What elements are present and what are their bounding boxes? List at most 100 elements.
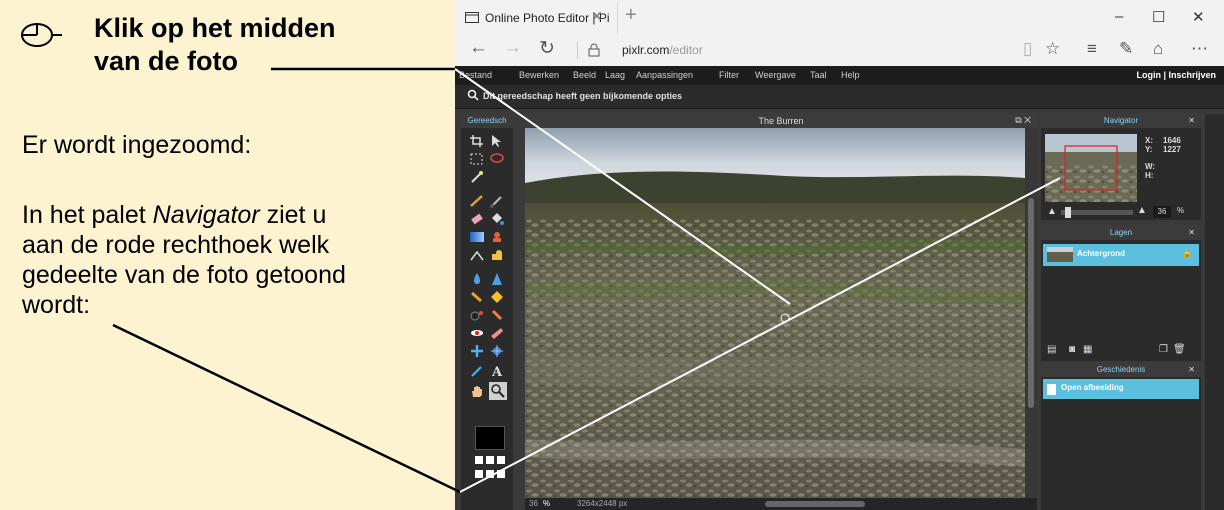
marquee-tool-icon[interactable]: [469, 152, 485, 166]
navigator-zoom-unit: %: [1177, 206, 1185, 215]
drawing-tool-icon[interactable]: [489, 248, 505, 262]
minimize-icon[interactable]: –: [1115, 8, 1123, 25]
delete-layer-icon[interactable]: 🗑: [1173, 344, 1186, 355]
pinch-tool-icon[interactable]: [489, 344, 505, 358]
red-eye-tool-icon[interactable]: [469, 326, 485, 340]
sponge-tool-icon[interactable]: [489, 290, 505, 304]
zoom-slider-handle[interactable]: [1065, 207, 1071, 218]
layer-lock-icon[interactable]: 🔒: [1182, 248, 1193, 259]
forward-arrow-icon[interactable]: →: [503, 37, 522, 59]
explanation-line-2: aan de rode rechthoek welk: [22, 231, 330, 259]
history-panel: Geschiedenis ✕ Open afbeelding: [1041, 363, 1201, 510]
blur-tool-icon[interactable]: [469, 272, 485, 286]
move-tool-icon[interactable]: [489, 134, 505, 148]
zoom-status[interactable]: 36: [529, 499, 538, 508]
hand-tool-icon[interactable]: [469, 384, 485, 398]
new-layer-icon[interactable]: ❐: [1159, 344, 1168, 355]
toolbox-title: Gereedsch: [461, 114, 513, 128]
maximize-icon[interactable]: ☐: [1152, 8, 1165, 26]
share-icon[interactable]: ⌂: [1153, 39, 1163, 59]
dodge-tool-icon[interactable]: [489, 308, 505, 322]
vertical-scroll-thumb[interactable]: [1028, 198, 1034, 408]
favorite-star-icon[interactable]: ☆: [1045, 39, 1060, 59]
zoom-out-icon[interactable]: ▲: [1047, 206, 1057, 217]
sharpen-tool-icon[interactable]: [489, 272, 505, 286]
history-document-icon: [1047, 384, 1056, 395]
wand-tool-icon[interactable]: [469, 170, 485, 184]
reading-view-icon[interactable]: ▯: [1023, 39, 1032, 59]
navigator-close-icon[interactable]: ✕: [1188, 114, 1195, 128]
burren-photo[interactable]: [525, 128, 1025, 498]
nav-y-label: Y:: [1145, 145, 1153, 154]
url-field[interactable]: pixlr.com/editor: [622, 43, 703, 57]
navigator-thumbnail[interactable]: [1045, 134, 1137, 202]
type-tool-icon[interactable]: A: [489, 364, 505, 378]
menu-filter[interactable]: Filter: [719, 70, 739, 80]
menu-bestand[interactable]: Bestand: [459, 70, 492, 80]
login-link[interactable]: Login | Inschrijven: [1136, 70, 1216, 80]
history-title: Geschiedenis: [1096, 365, 1146, 374]
color-replace-icon[interactable]: [469, 248, 485, 262]
tab-close-icon[interactable]: ✕: [591, 8, 603, 25]
menu-beeld[interactable]: Beeld: [573, 70, 596, 80]
color-picker-icon[interactable]: [469, 364, 485, 378]
bloat-tool-icon[interactable]: [469, 344, 485, 358]
pixlr-editor: Bestand Bewerken Beeld Laag Aanpassingen…: [455, 66, 1224, 510]
tool-grid-icon[interactable]: [475, 456, 505, 480]
layer-mask-icon[interactable]: ◙: [1069, 344, 1075, 355]
zoom-in-icon[interactable]: ▲: [1137, 205, 1147, 216]
close-window-icon[interactable]: ✕: [1192, 8, 1205, 26]
navigator-title: Navigator: [1103, 116, 1139, 125]
navigator-zoom-value[interactable]: 36: [1153, 206, 1171, 218]
layers-header: Lagen ✕: [1041, 226, 1201, 240]
horizontal-scroll-thumb[interactable]: [765, 501, 865, 507]
zoom-tool-icon: [467, 89, 479, 101]
lock-icon: [588, 43, 600, 57]
browser-tab[interactable]: Online Photo Editor | Pi ✕: [455, 2, 618, 34]
vertical-scrollbar[interactable]: [1025, 128, 1037, 498]
bucket-tool-icon[interactable]: [489, 212, 505, 226]
menu-laag[interactable]: Laag: [605, 70, 625, 80]
smudge-tool-icon[interactable]: [469, 290, 485, 304]
nav-x-label: X:: [1145, 136, 1153, 145]
document-window-controls-icon[interactable]: ⧉ ✕: [1015, 115, 1031, 126]
crop-tool-icon[interactable]: [469, 134, 485, 148]
menu-bewerken[interactable]: Bewerken: [519, 70, 559, 80]
layers-close-icon[interactable]: ✕: [1188, 226, 1195, 240]
navigator-header: Navigator ✕: [1041, 114, 1201, 128]
menu-taal[interactable]: Taal: [810, 70, 827, 80]
menu-help[interactable]: Help: [841, 70, 860, 80]
instruction-step: Klik op het midden van de foto: [94, 12, 336, 78]
history-close-icon[interactable]: ✕: [1188, 363, 1195, 377]
layer-style-icon[interactable]: ▦: [1083, 344, 1092, 355]
address-divider: [577, 42, 578, 59]
hub-icon[interactable]: ≡: [1087, 39, 1097, 59]
gradient-tool-icon[interactable]: [469, 230, 485, 244]
stamp-tool-icon[interactable]: [489, 230, 505, 244]
instruction-panel: Klik op het midden van de foto Er wordt …: [0, 0, 455, 510]
right-scroll-area: [1205, 114, 1224, 510]
brush-tool-icon[interactable]: [489, 194, 505, 208]
layer-name: Achtergrond: [1077, 249, 1125, 258]
burn-tool-icon[interactable]: [469, 308, 485, 322]
menu-weergave[interactable]: Weergave: [755, 70, 796, 80]
menu-aanpassingen[interactable]: Aanpassingen: [636, 70, 693, 80]
color-swatch[interactable]: [475, 426, 505, 450]
pencil-tool-icon[interactable]: [469, 194, 485, 208]
eraser-tool-icon[interactable]: [469, 212, 485, 226]
more-icon[interactable]: ⋯: [1191, 39, 1208, 59]
lasso-tool-icon[interactable]: [489, 152, 505, 166]
explanation-line-1: In het palet Navigator ziet u: [22, 201, 327, 229]
refresh-icon[interactable]: ↻: [539, 37, 555, 60]
new-tab-icon[interactable]: +: [625, 4, 637, 27]
layer-settings-icon[interactable]: ▤: [1047, 344, 1056, 355]
zoom-slider[interactable]: [1061, 207, 1133, 218]
web-note-icon[interactable]: ✎: [1119, 39, 1133, 59]
navigator-panel: Navigator ✕ X: 1646 Y: 1227 W: H: ▲ ▲ 36 …: [1041, 114, 1201, 220]
zoom-tool-active-icon[interactable]: [489, 382, 507, 400]
spot-heal-tool-icon[interactable]: [489, 326, 505, 340]
layers-panel: Lagen ✕ Achtergrond 🔒 ▤ ◙ ▦ ❐ 🗑: [1041, 226, 1201, 361]
layer-row[interactable]: Achtergrond 🔒: [1043, 244, 1199, 266]
history-item[interactable]: Open afbeelding: [1043, 379, 1199, 399]
back-arrow-icon[interactable]: ←: [469, 37, 488, 59]
